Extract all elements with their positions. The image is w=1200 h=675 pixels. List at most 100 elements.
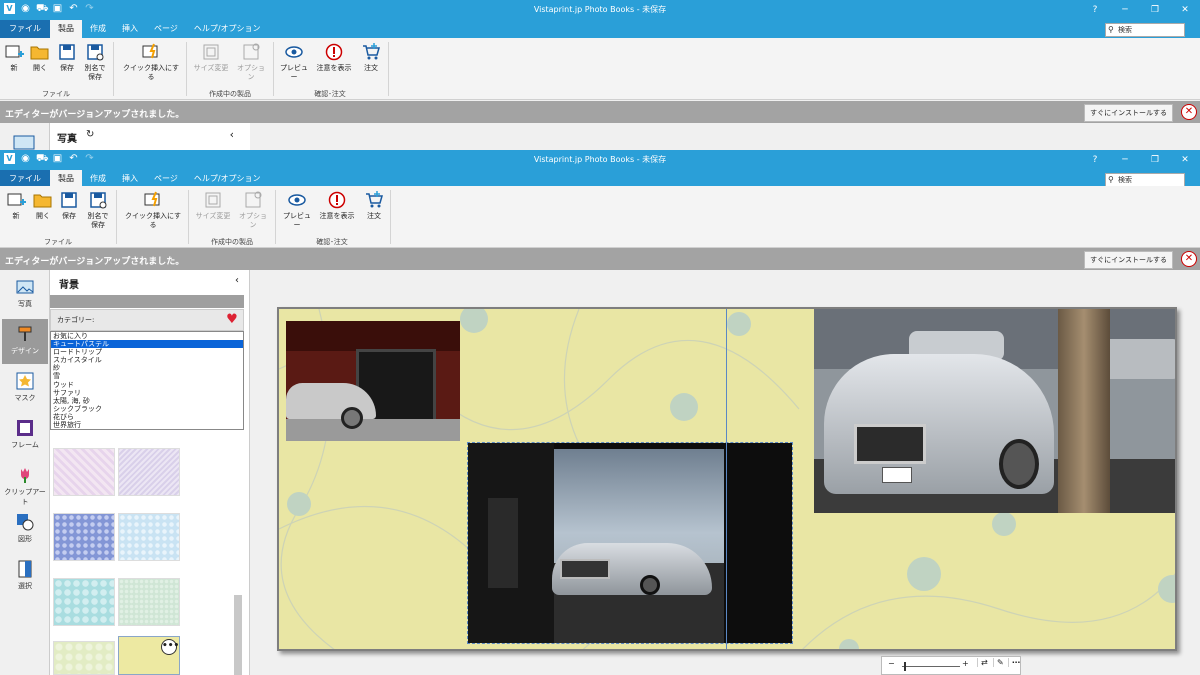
category-option[interactable]: 花びら <box>51 413 243 421</box>
background-swatch[interactable] <box>118 448 180 496</box>
photo-building[interactable] <box>286 321 460 441</box>
new-button[interactable]: 新 <box>5 190 27 221</box>
category-option[interactable]: お気に入り <box>51 332 243 340</box>
category-option[interactable]: 紗 <box>51 364 243 372</box>
back-rail <box>0 123 50 150</box>
category-list[interactable]: お気に入り キュートパステル ロードトリップ スカイスタイル紗雪ウッド サファリ 太陽, … <box>50 331 244 430</box>
tulip-icon <box>21 468 29 483</box>
help-button[interactable]: ? <box>1080 150 1110 170</box>
page-fold-line <box>726 309 727 649</box>
zoom-slider[interactable] <box>902 666 960 667</box>
install-now-button[interactable]: すぐにインストールする <box>1084 104 1173 122</box>
background-swatch[interactable] <box>118 578 180 626</box>
rail-item-photos[interactable]: 写真 <box>2 272 48 317</box>
category-option[interactable]: キュートパステル <box>51 340 243 349</box>
category-option[interactable]: サファリ <box>51 389 243 397</box>
favorite-heart-icon[interactable]: ♥ <box>223 312 241 328</box>
photo-detail <box>488 498 518 588</box>
help-button[interactable]: ? <box>1080 0 1110 20</box>
fit-icon[interactable]: ⇄ <box>977 658 988 667</box>
install-now-button[interactable]: すぐにインストールする <box>1084 251 1173 269</box>
collapse-icon[interactable]: ‹ <box>230 128 234 141</box>
pencil-icon[interactable]: ✎ <box>993 658 1004 667</box>
search-input[interactable]: ⚲ 検索 <box>1105 23 1185 37</box>
back-panel-header: 写真 ↻ ‹ <box>0 123 1200 150</box>
minimize-button[interactable]: ─ <box>1110 150 1140 170</box>
close-button[interactable]: ✕ <box>1170 150 1200 170</box>
order-button[interactable]: 注文 <box>361 190 387 221</box>
rail-item-design[interactable]: デザイン <box>2 319 48 364</box>
save-as-button[interactable]: 別名で保存 <box>85 190 111 230</box>
quick-insert-button[interactable]: クイック挿入にする <box>122 190 184 230</box>
category-option[interactable]: 世界旅行 <box>51 421 243 429</box>
save-label: 保存 <box>62 212 76 220</box>
save-as-button[interactable]: 別名で保存 <box>82 42 108 82</box>
more-options-icon[interactable]: ••• <box>161 639 179 655</box>
open-button[interactable]: 開く <box>31 190 55 221</box>
save-as-icon <box>90 192 107 209</box>
rail-item-mask[interactable]: マスク <box>2 366 48 411</box>
category-option[interactable]: 太陽, 海, 砂 <box>51 397 243 405</box>
save-as-label: 別名で保存 <box>87 212 109 229</box>
save-button[interactable]: 保存 <box>55 42 79 73</box>
refresh-icon[interactable]: ↻ <box>86 129 94 140</box>
tab-help[interactable]: ヘルプ/オプション <box>186 20 269 38</box>
notices-button[interactable]: 注意を表示 <box>318 190 356 221</box>
background-swatch[interactable] <box>118 513 180 561</box>
category-bar: カテゴリー: ♥ <box>50 309 244 331</box>
background-swatch[interactable] <box>53 578 115 626</box>
zoom-out-button[interactable]: − <box>888 659 895 668</box>
photo-silver-car[interactable] <box>814 309 1175 513</box>
group-check-label: 確認･注文 <box>316 238 348 246</box>
background-swatch-selected[interactable]: ••• <box>118 636 180 675</box>
tab-page[interactable]: ページ <box>146 20 186 38</box>
open-label: 開く <box>33 64 47 72</box>
panel-scrollbar[interactable] <box>234 595 242 675</box>
preview-button[interactable]: プレビュー <box>279 42 309 82</box>
order-button[interactable]: 注文 <box>358 42 384 73</box>
eye-icon <box>285 46 303 58</box>
category-option[interactable]: 雪 <box>51 372 243 380</box>
restore-button[interactable]: ❐ <box>1140 0 1170 20</box>
category-option[interactable]: シックブラック <box>51 405 243 413</box>
more-icon[interactable]: ⋯ <box>1008 658 1020 667</box>
photo-car-alley[interactable] <box>467 442 793 644</box>
new-button[interactable]: 新 <box>3 42 25 73</box>
photo-icon <box>16 280 34 294</box>
tab-product[interactable]: 製品 <box>50 20 82 38</box>
close-notice-icon[interactable]: ✕ <box>1181 104 1197 120</box>
notices-button[interactable]: 注意を表示 <box>315 42 353 73</box>
save-button[interactable]: 保存 <box>57 190 81 221</box>
close-notice-icon[interactable]: ✕ <box>1181 251 1197 267</box>
collapse-panel-icon[interactable]: ‹ <box>235 275 239 286</box>
zoom-in-button[interactable]: + <box>962 659 969 668</box>
rail-item-shapes[interactable]: 図形 <box>2 507 48 552</box>
warning-icon <box>325 43 343 61</box>
background-swatch[interactable] <box>53 641 115 675</box>
rail-item-select[interactable]: 選択 <box>2 554 48 599</box>
minimize-button[interactable]: ─ <box>1110 0 1140 20</box>
rail-item-frame[interactable]: フレーム <box>2 413 48 458</box>
preview-button[interactable]: プレビュー <box>282 190 312 230</box>
window-title: Vistaprint.jp Photo Books - 未保存 <box>533 155 667 164</box>
options-button: オプション <box>236 190 270 230</box>
category-option[interactable]: ウッド <box>51 381 243 389</box>
quick-insert-button[interactable]: クイック挿入にする <box>120 42 182 82</box>
options-label: オプション <box>239 212 267 229</box>
search-input[interactable]: ⚲ 検索 <box>1105 173 1185 187</box>
restore-button[interactable]: ❐ <box>1140 150 1170 170</box>
zoom-slider-thumb[interactable] <box>904 662 906 671</box>
photo-book-spread[interactable] <box>277 307 1177 651</box>
tab-insert[interactable]: 挿入 <box>114 20 146 38</box>
rail-item-clipart[interactable]: クリップアート <box>2 460 48 506</box>
tab-create[interactable]: 作成 <box>82 20 114 38</box>
close-button[interactable]: ✕ <box>1170 0 1200 20</box>
warning-icon <box>328 191 346 209</box>
background-swatch[interactable] <box>53 448 115 496</box>
category-option[interactable]: スカイスタイル <box>51 356 243 364</box>
open-button[interactable]: 開く <box>28 42 52 73</box>
tab-file[interactable]: ファイル <box>0 20 50 38</box>
search-placeholder: 検索 <box>1118 176 1132 184</box>
tool-rail: 写真 デザイン マスク フレーム クリップアート 図形 選択 <box>0 270 50 675</box>
background-swatch[interactable] <box>53 513 115 561</box>
